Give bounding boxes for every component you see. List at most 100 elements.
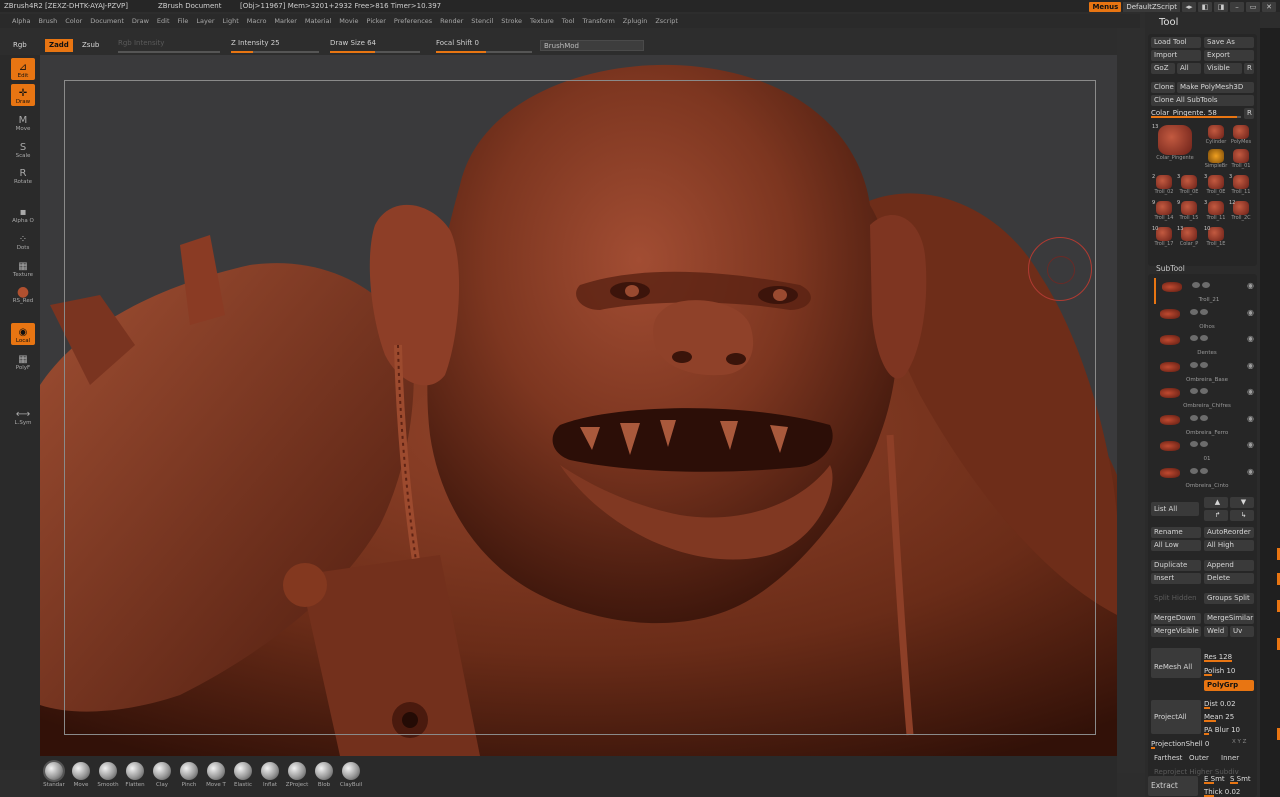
brush-blob[interactable]: Blob xyxy=(312,762,336,788)
groups-split-button[interactable]: Groups Split xyxy=(1204,593,1254,604)
duplicate-button[interactable]: Duplicate xyxy=(1151,560,1201,571)
minimize-icon[interactable]: – xyxy=(1230,2,1244,12)
brush-clay[interactable]: Clay xyxy=(150,762,174,788)
menu-texture[interactable]: Texture xyxy=(530,17,554,25)
menu-brush[interactable]: Brush xyxy=(38,17,57,25)
menu-picker[interactable]: Picker xyxy=(367,17,386,25)
projectionshell-slider[interactable]: ProjectionShell 0 xyxy=(1151,739,1229,749)
brush-move-t[interactable]: Move T xyxy=(204,762,228,788)
import-button[interactable]: Import xyxy=(1151,50,1201,61)
mergesimilar-button[interactable]: MergeSimilar xyxy=(1204,613,1254,624)
tool-local[interactable]: ◉ Local xyxy=(11,323,35,345)
xyz-axis-toggle[interactable]: X Y Z xyxy=(1232,739,1246,745)
delete-button[interactable]: Delete xyxy=(1204,573,1254,584)
make-polymesh-button[interactable]: Make PolyMesh3D xyxy=(1177,82,1254,93)
maximize-icon[interactable]: ▭ xyxy=(1246,2,1260,12)
menu-file[interactable]: File xyxy=(178,17,189,25)
tool-tile[interactable]: 13 Colar_Pingente xyxy=(1151,124,1199,168)
move-up-icon[interactable]: ▲ xyxy=(1204,497,1228,508)
default-zscript[interactable]: DefaultZScript xyxy=(1123,2,1180,12)
visibility-eye-icon[interactable]: ◉ xyxy=(1247,440,1254,449)
uv-button[interactable]: Uv xyxy=(1230,626,1254,637)
visibility-eye-icon[interactable]: ◉ xyxy=(1247,361,1254,370)
subtool-row[interactable]: ◉ Ombreira_Chifres xyxy=(1154,384,1260,410)
visibility-eye-icon[interactable]: ◉ xyxy=(1247,467,1254,476)
menu-material[interactable]: Material xyxy=(305,17,331,25)
subtool-row[interactable]: ◉ Ombreira_Base xyxy=(1154,358,1260,384)
zadd-toggle[interactable]: Zadd xyxy=(45,39,73,52)
e-smt-slider[interactable]: E Smt xyxy=(1204,774,1228,784)
subtool-row[interactable]: ◉ Ombreira_Ferro xyxy=(1154,411,1260,437)
tool-tile[interactable]: SimpleBr xyxy=(1203,148,1229,172)
menu-alpha[interactable]: Alpha xyxy=(12,17,30,25)
farthest-toggle[interactable]: Farthest xyxy=(1151,753,1185,764)
tool-tile[interactable]: 10 Troll_17 xyxy=(1151,226,1177,250)
solo-toggle-icon[interactable] xyxy=(1202,282,1210,288)
tool-tile[interactable]: PolyMes xyxy=(1228,124,1254,148)
all-high-button[interactable]: All High xyxy=(1204,540,1254,551)
menu-layer[interactable]: Layer xyxy=(196,17,214,25)
menu-stroke[interactable]: Stroke xyxy=(501,17,522,25)
layout-icon-2[interactable]: ◨ xyxy=(1214,2,1228,12)
polypaint-toggle-icon[interactable] xyxy=(1190,335,1198,341)
menu-edit[interactable]: Edit xyxy=(157,17,170,25)
current-tool-slider[interactable]: Colar_Pingente. 58 xyxy=(1151,108,1241,118)
thick-slider[interactable]: Thick 0.02 xyxy=(1204,787,1244,797)
tool-edit[interactable]: ⊿ Edit xyxy=(11,58,35,80)
arrow-down-right-icon[interactable]: ↳ xyxy=(1230,510,1254,521)
polish-slider[interactable]: Polish 10 xyxy=(1204,666,1246,676)
dist-slider[interactable]: Dist 0.02 xyxy=(1204,699,1254,709)
scroll-strip[interactable] xyxy=(1260,28,1280,797)
rename-button[interactable]: Rename xyxy=(1151,527,1201,538)
solo-toggle-icon[interactable] xyxy=(1200,388,1208,394)
polypaint-toggle-icon[interactable] xyxy=(1190,388,1198,394)
all-low-button[interactable]: All Low xyxy=(1151,540,1201,551)
tool-alpha-o[interactable]: ▪ Alpha O xyxy=(11,203,35,225)
tool-tile[interactable]: Troll_01 xyxy=(1228,148,1254,172)
tool-tile[interactable]: 3 Troll_0E xyxy=(1176,174,1202,198)
load-tool-button[interactable]: Load Tool xyxy=(1151,37,1201,48)
menu-zscript[interactable]: Zscript xyxy=(655,17,678,25)
solo-toggle-icon[interactable] xyxy=(1200,414,1208,421)
brushmod-field[interactable]: BrushMod xyxy=(540,40,644,51)
brush-claybuil[interactable]: ClayBuil xyxy=(339,762,363,788)
menu-document[interactable]: Document xyxy=(90,17,124,25)
rgb-toggle[interactable]: Rgb xyxy=(13,39,27,52)
menu-movie[interactable]: Movie xyxy=(339,17,358,25)
brush-flatten[interactable]: Flatten xyxy=(123,762,147,788)
goz-r-button[interactable]: R xyxy=(1244,63,1254,74)
tool-scale[interactable]: S Scale xyxy=(11,138,35,160)
visibility-eye-icon[interactable]: ◉ xyxy=(1247,334,1254,343)
solo-toggle-icon[interactable] xyxy=(1200,467,1208,474)
visibility-eye-icon[interactable]: ◉ xyxy=(1247,281,1254,290)
layout-icon[interactable]: ◧ xyxy=(1198,2,1212,12)
menu-preferences[interactable]: Preferences xyxy=(394,17,432,25)
menu-tool[interactable]: Tool xyxy=(562,17,575,25)
split-hidden-button[interactable]: Split Hidden xyxy=(1151,593,1201,604)
menu-draw[interactable]: Draw xyxy=(132,17,149,25)
remesh-all-button[interactable]: ReMesh All xyxy=(1151,648,1201,678)
inner-toggle[interactable]: Inner xyxy=(1218,753,1254,764)
rgb-intensity-slider[interactable]: Rgb Intensity xyxy=(118,39,220,53)
outer-toggle[interactable]: Outer xyxy=(1186,753,1216,764)
mean-slider[interactable]: Mean 25 xyxy=(1204,712,1254,722)
s-smt-slider[interactable]: S Smt xyxy=(1230,774,1255,784)
menu-stencil[interactable]: Stencil xyxy=(471,17,493,25)
clone-button[interactable]: Clone xyxy=(1151,82,1175,93)
menu-marker[interactable]: Marker xyxy=(274,17,296,25)
brush-smooth[interactable]: Smooth xyxy=(96,762,120,788)
tool-tile[interactable]: Cylinder xyxy=(1203,124,1229,148)
tool-tile[interactable]: 12 Troll_2C xyxy=(1228,200,1254,224)
focal-shift-slider[interactable]: Focal Shift 0 xyxy=(436,39,532,53)
solo-toggle-icon[interactable] xyxy=(1200,335,1208,341)
polygrp-toggle[interactable]: PolyGrp xyxy=(1204,680,1254,691)
goz-visible-button[interactable]: Visible xyxy=(1204,63,1242,74)
mergedown-button[interactable]: MergeDown xyxy=(1151,613,1201,624)
list-all-button[interactable]: List All xyxy=(1151,502,1199,516)
tool-move[interactable]: M Move xyxy=(11,111,35,133)
pa-blur-slider[interactable]: PA Blur 10 xyxy=(1204,725,1254,735)
tool-tile[interactable]: 9 Troll_15 xyxy=(1176,200,1202,224)
zsub-toggle[interactable]: Zsub xyxy=(82,39,99,52)
menu-macro[interactable]: Macro xyxy=(247,17,267,25)
brush-zproject[interactable]: ZProject xyxy=(285,762,309,788)
